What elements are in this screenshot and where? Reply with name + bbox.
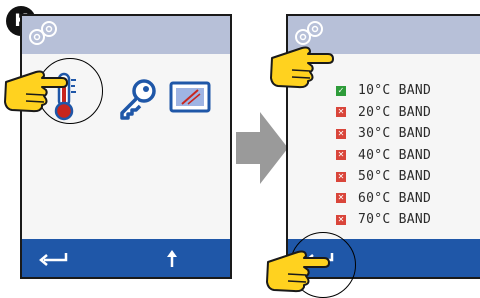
band-option[interactable]: ✕ 50°C BAND <box>336 166 431 188</box>
band-label: 10°C BAND <box>358 83 432 99</box>
unchecked-box-icon[interactable]: ✕ <box>336 150 346 161</box>
band-label: 40°C BAND <box>358 147 432 163</box>
band-option[interactable]: ✕ 40°C BAND <box>336 145 431 167</box>
band-label: 70°C BAND <box>358 212 432 228</box>
band-label: 60°C BAND <box>358 190 432 206</box>
unchecked-box-icon[interactable]: ✕ <box>336 107 346 118</box>
band-option[interactable]: ✕ 70°C BAND <box>336 209 431 231</box>
pointing-hand-icon <box>4 70 68 113</box>
band-option[interactable]: ✕ 60°C BAND <box>336 188 431 210</box>
up-arrow-icon[interactable] <box>164 247 180 269</box>
unchecked-box-icon[interactable]: ✕ <box>336 128 346 139</box>
band-option[interactable]: ✓ 10°C BAND <box>336 80 431 102</box>
band-list: ✓ 10°C BAND ✕ 20°C BAND ✕ 30°C BAND ✕ 40°C BAND… <box>336 80 431 231</box>
gears-icon <box>29 21 57 45</box>
back-arrow-icon[interactable] <box>36 248 70 268</box>
band-label: 50°C BAND <box>358 169 432 185</box>
display-settings-icon[interactable] <box>168 78 214 118</box>
band-option[interactable]: ✕ 30°C BAND <box>336 123 431 145</box>
band-option[interactable]: ✕ 20°C BAND <box>336 102 431 124</box>
unchecked-box-icon[interactable]: ✕ <box>336 193 346 204</box>
band-label: 20°C BAND <box>358 104 432 120</box>
next-step-arrow-icon <box>236 112 288 184</box>
key-icon[interactable] <box>114 76 160 122</box>
checked-box-icon[interactable]: ✓ <box>336 85 346 96</box>
pointing-hand-icon <box>270 46 334 89</box>
pointing-hand-icon <box>266 250 330 293</box>
bottom-bar <box>22 239 230 277</box>
top-bar <box>22 16 230 54</box>
main-menu-screen <box>20 14 232 279</box>
band-label: 30°C BAND <box>358 126 432 142</box>
unchecked-box-icon[interactable]: ✕ <box>336 214 346 225</box>
unchecked-box-icon[interactable]: ✕ <box>336 171 346 182</box>
